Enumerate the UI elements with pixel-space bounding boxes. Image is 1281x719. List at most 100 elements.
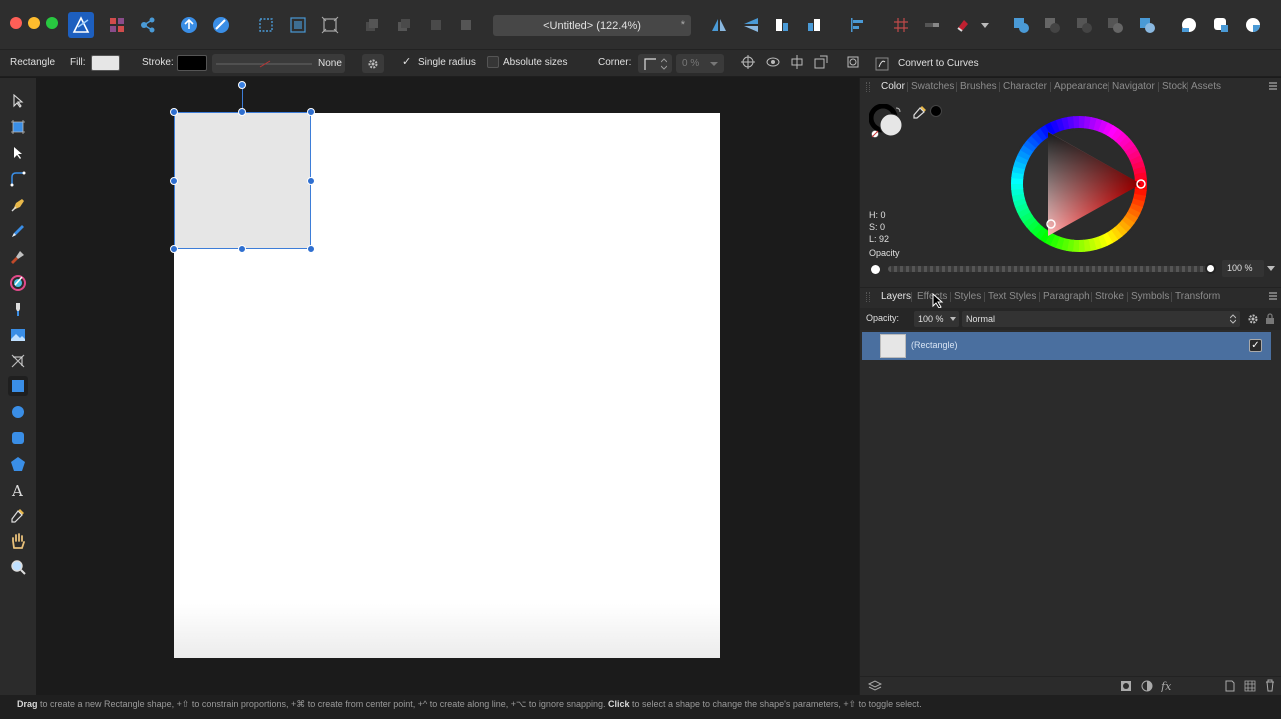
resize-handle-bottom-right[interactable] [307, 245, 315, 253]
panel-menu-icon[interactable] [1268, 81, 1278, 91]
snapping-magnet-icon[interactable] [952, 14, 974, 36]
resize-handle-bottom-left[interactable] [170, 245, 178, 253]
align-center-icon[interactable] [787, 52, 807, 72]
insert-top-icon[interactable] [1242, 14, 1264, 36]
color-picker-tool-icon[interactable] [8, 505, 28, 525]
tab-text-styles[interactable]: Text Styles [988, 291, 1036, 302]
flip-vertical-icon[interactable] [740, 14, 762, 36]
pen-tool-icon[interactable] [8, 195, 28, 215]
view-tool-icon[interactable] [8, 531, 28, 551]
rotate-left-icon[interactable] [771, 14, 793, 36]
opacity-value-field[interactable]: 100 % [1222, 260, 1264, 277]
resize-handle-bottom[interactable] [238, 245, 246, 253]
layer-opacity-field[interactable]: 100 % [914, 311, 959, 327]
transform-mode-icon[interactable] [319, 14, 341, 36]
add-boolean-icon[interactable] [1010, 14, 1032, 36]
artboard-tool-icon[interactable] [8, 117, 28, 137]
share-icon[interactable] [178, 14, 200, 36]
minimize-window-button[interactable] [28, 17, 40, 29]
corner-value-field[interactable]: 0 % [676, 54, 724, 73]
pixel-persona-icon[interactable] [106, 14, 128, 36]
move-tool-icon[interactable] [8, 91, 28, 111]
stroke-swatch[interactable] [177, 55, 207, 71]
tab-brushes[interactable]: Brushes [960, 81, 997, 92]
corner-type-selector[interactable] [638, 54, 672, 73]
delete-layer-icon[interactable] [1265, 679, 1275, 692]
blend-mode-select[interactable]: Normal [962, 311, 1240, 327]
selected-rectangle-shape[interactable] [174, 112, 311, 249]
rectangle-tool-icon[interactable] [8, 376, 28, 396]
node-tool-icon[interactable] [8, 143, 28, 163]
stroke-settings-button[interactable] [362, 54, 384, 73]
snap-geometry-icon[interactable] [811, 52, 831, 72]
transform-rotate-icon[interactable] [843, 52, 863, 72]
move-forward-icon[interactable] [393, 14, 415, 36]
color-wheel[interactable] [1009, 114, 1149, 254]
view-mode-icon[interactable] [763, 52, 783, 72]
resize-handle-left[interactable] [170, 177, 178, 185]
polygon-tool-icon[interactable] [8, 454, 28, 474]
vector-brush-tool-icon[interactable] [8, 247, 28, 267]
ellipse-tool-icon[interactable] [8, 402, 28, 422]
move-to-front-icon[interactable] [455, 14, 477, 36]
stroke-style-selector[interactable]: None [212, 54, 345, 73]
zoom-window-button[interactable] [46, 17, 58, 29]
panel-menu-icon[interactable] [1268, 291, 1278, 301]
pencil-tool-icon[interactable] [8, 221, 28, 241]
tab-assets[interactable]: Assets [1191, 81, 1221, 92]
absolute-sizes-checkbox[interactable] [487, 56, 499, 68]
tab-color[interactable]: Color [881, 81, 905, 92]
snapping-options-icon[interactable] [921, 14, 943, 36]
rotation-handle[interactable] [238, 81, 246, 89]
convert-to-curves-button[interactable]: Convert to Curves [873, 54, 981, 73]
select-all-icon[interactable] [255, 14, 277, 36]
layer-row[interactable]: (Rectangle) ✓ [862, 332, 1271, 360]
eyedropper-icon[interactable] [912, 104, 928, 120]
corner-tool-icon[interactable] [8, 169, 28, 189]
select-none-icon[interactable] [287, 14, 309, 36]
rotate-right-icon[interactable] [803, 14, 825, 36]
single-radius-checkbox[interactable]: ✓ [402, 56, 414, 68]
insert-inside-icon[interactable] [1178, 14, 1200, 36]
tab-stock[interactable]: Stock [1162, 81, 1187, 92]
flip-horizontal-icon[interactable] [708, 14, 730, 36]
adjustment-layer-icon[interactable] [1141, 680, 1153, 692]
tab-character[interactable]: Character [1003, 81, 1047, 92]
divide-boolean-icon[interactable] [1136, 14, 1158, 36]
panel-grip[interactable] [866, 82, 870, 92]
assistant-icon[interactable] [210, 14, 232, 36]
align-icon[interactable] [846, 14, 868, 36]
place-image-tool-icon[interactable] [8, 325, 28, 345]
chevron-down-icon[interactable] [1267, 264, 1275, 272]
fx-icon[interactable]: fx [1161, 679, 1175, 692]
export-persona-icon[interactable] [137, 14, 159, 36]
resize-handle-right[interactable] [307, 177, 315, 185]
add-pixel-layer-icon[interactable] [1224, 680, 1236, 692]
zoom-tool-icon[interactable] [8, 557, 28, 577]
snapping-dropdown-icon[interactable] [978, 14, 992, 36]
show-grid-icon[interactable] [890, 14, 912, 36]
xor-boolean-icon[interactable] [1104, 14, 1126, 36]
gear-icon[interactable] [1247, 313, 1259, 325]
panel-grip[interactable] [866, 292, 870, 302]
close-window-button[interactable] [10, 17, 22, 29]
lock-icon[interactable] [1265, 312, 1275, 325]
resize-handle-top-left[interactable] [170, 108, 178, 116]
layer-visibility-checkbox[interactable]: ✓ [1249, 339, 1262, 352]
transform-origin-icon[interactable] [738, 52, 758, 72]
opacity-slider[interactable] [888, 263, 1216, 274]
tab-styles[interactable]: Styles [954, 291, 981, 302]
tab-symbols[interactable]: Symbols [1131, 291, 1169, 302]
artistic-text-tool-icon[interactable]: A [8, 480, 28, 500]
tab-swatches[interactable]: Swatches [911, 81, 954, 92]
intersect-boolean-icon[interactable] [1073, 14, 1095, 36]
tab-stroke[interactable]: Stroke [1095, 291, 1124, 302]
resize-handle-top-right[interactable] [307, 108, 315, 116]
fill-swatch[interactable] [91, 55, 120, 71]
tab-paragraph[interactable]: Paragraph [1043, 291, 1090, 302]
crop-tool-icon[interactable] [8, 351, 28, 371]
opacity-slider-handle[interactable] [1205, 263, 1216, 274]
fill-stroke-selector-icon[interactable] [869, 104, 905, 138]
resize-handle-top[interactable] [238, 108, 246, 116]
tab-layers[interactable]: Layers [881, 291, 911, 302]
